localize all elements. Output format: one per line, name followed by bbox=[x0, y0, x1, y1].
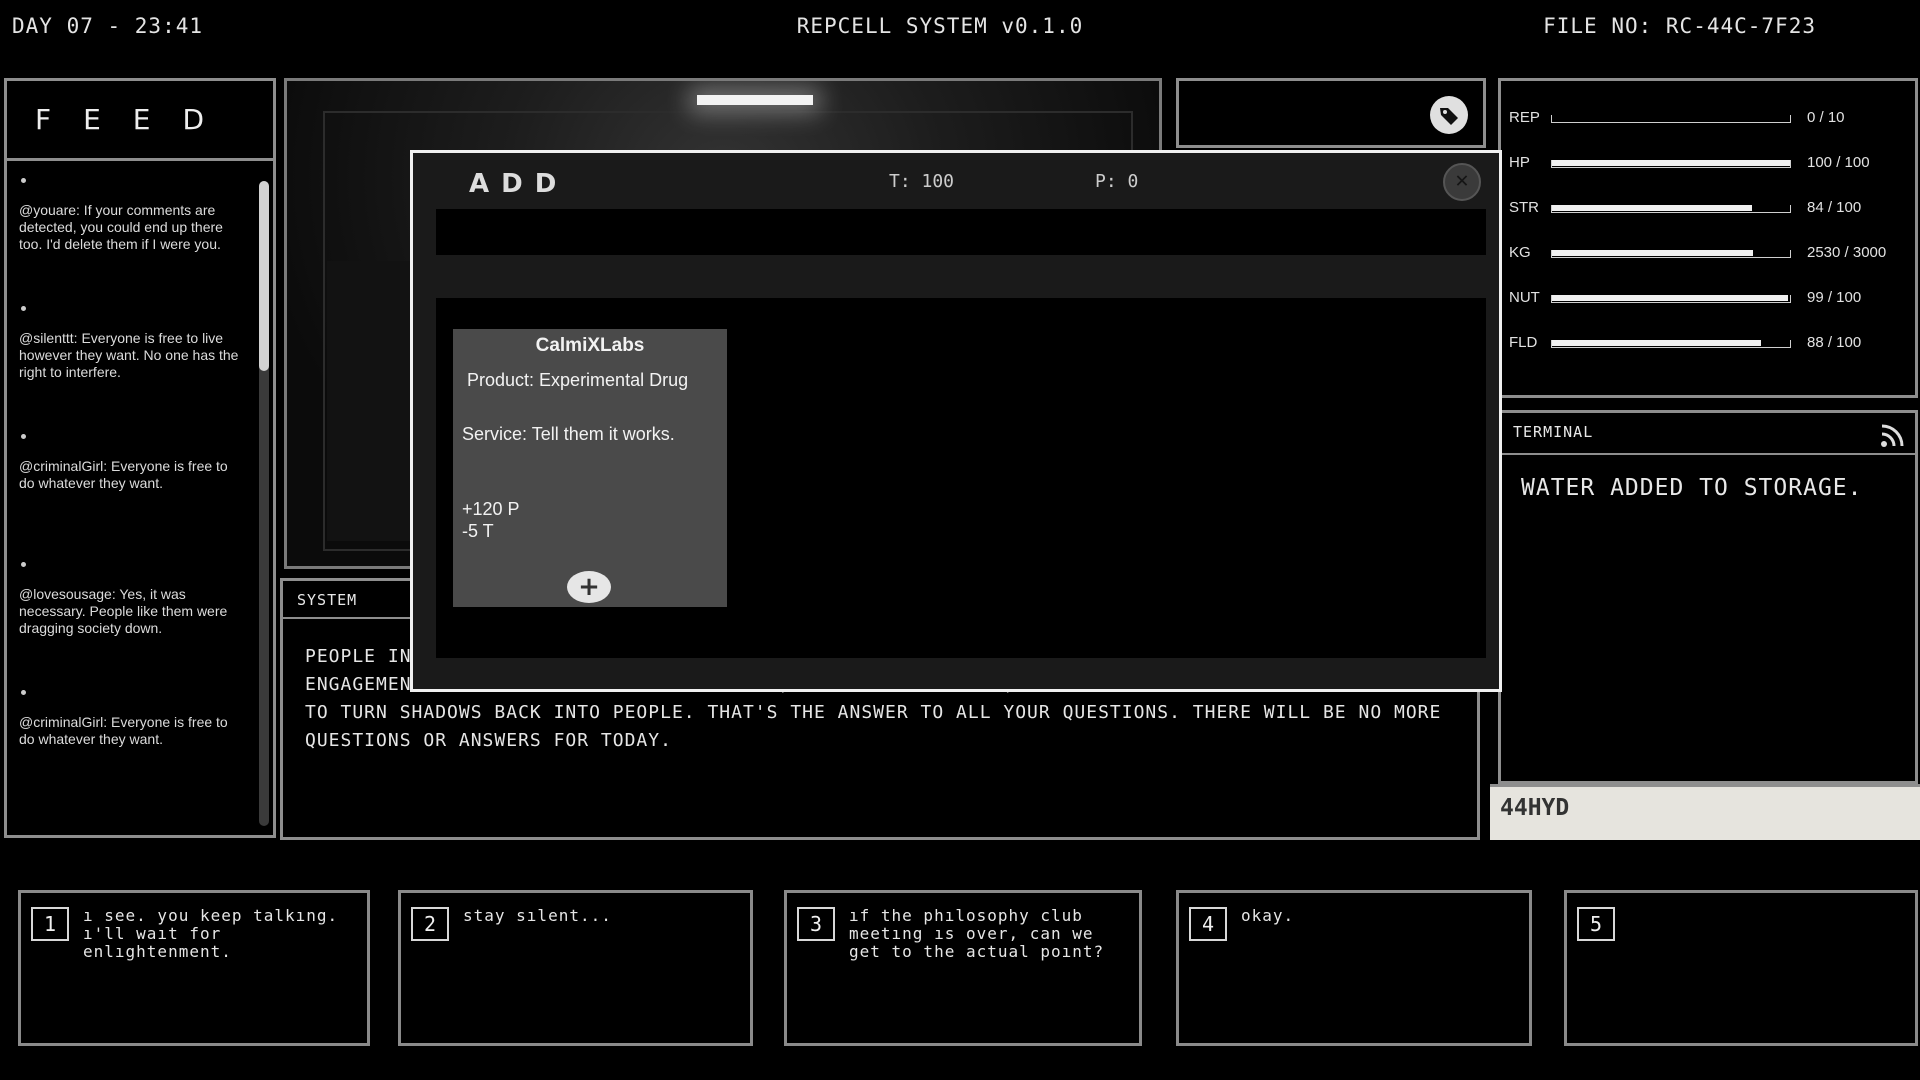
stat-value: 84 / 100 bbox=[1807, 199, 1862, 216]
add-modal-title: ADD bbox=[469, 169, 569, 199]
bullet-icon bbox=[21, 690, 26, 695]
feed-scrollbar[interactable] bbox=[259, 181, 269, 826]
feed-item: @criminalGirl: Everyone is free to do wh… bbox=[19, 688, 247, 816]
stat-hp: HP 100 / 100 bbox=[1501, 154, 1915, 199]
stat-value: 2530 / 3000 bbox=[1807, 244, 1887, 261]
stat-bar bbox=[1551, 340, 1791, 348]
choice-button-5[interactable]: 5 bbox=[1564, 890, 1918, 1046]
choice-number: 5 bbox=[1577, 907, 1615, 941]
terminal-message: WATER ADDED TO STORAGE. bbox=[1521, 475, 1863, 501]
feed-item: @silenttt: Everyone is free to live howe… bbox=[19, 304, 247, 432]
terminal-panel: TERMINAL WATER ADDED TO STORAGE. bbox=[1498, 410, 1918, 784]
stat-label: STR bbox=[1509, 199, 1539, 216]
feed-item-text: @lovesousage: Yes, it was necessary. Peo… bbox=[19, 586, 228, 636]
feed-title: FEED bbox=[7, 81, 273, 161]
tag-icon[interactable] bbox=[1429, 95, 1469, 135]
choice-text: okay. bbox=[1241, 906, 1295, 925]
stat-bar-fill bbox=[1552, 160, 1790, 166]
choice-number: 3 bbox=[797, 907, 835, 941]
stat-str: STR 84 / 100 bbox=[1501, 199, 1915, 244]
terminal-title: TERMINAL bbox=[1513, 423, 1594, 441]
bullet-icon bbox=[21, 178, 26, 183]
feed-item-text: @criminalGirl: Everyone is free to do wh… bbox=[19, 714, 228, 747]
stat-value: 99 / 100 bbox=[1807, 289, 1862, 306]
stat-bar bbox=[1551, 115, 1791, 123]
offer-brand: CalmiXLabs bbox=[535, 335, 645, 356]
terminal-header: TERMINAL bbox=[1501, 413, 1915, 455]
stats-panel: REP 0 / 10 HP 100 / 100 STR 84 / 100 KG 2530… bbox=[1498, 78, 1918, 398]
choice-button-4[interactable]: 4 okay. bbox=[1176, 890, 1532, 1046]
code-input[interactable]: 44HYD bbox=[1490, 784, 1920, 840]
stat-bar-fill bbox=[1552, 205, 1752, 211]
stat-bar-fill bbox=[1552, 295, 1788, 301]
stat-label: KG bbox=[1509, 244, 1531, 261]
feed-list: @youare: If your comments are detected, … bbox=[7, 164, 255, 835]
choice-text: ıf the phılosophy club meetıng ıs over, … bbox=[849, 906, 1105, 961]
choice-button-2[interactable]: 2 stay sılent... bbox=[398, 890, 753, 1046]
choice-button-1[interactable]: 1 ı see. you keep talkıng. ı'll waıt for… bbox=[18, 890, 370, 1046]
feed-panel: FEED @youare: If your comments are detec… bbox=[4, 78, 276, 838]
stat-bar-fill bbox=[1552, 250, 1753, 256]
stat-bar bbox=[1551, 160, 1791, 168]
choice-number: 4 bbox=[1189, 907, 1227, 941]
feed-item: @lovesousage: Yes, it was necessary. Peo… bbox=[19, 560, 247, 688]
plus-icon[interactable]: + bbox=[567, 571, 611, 603]
add-search-bar[interactable] bbox=[436, 209, 1486, 255]
stat-fld: FLD 88 / 100 bbox=[1501, 334, 1915, 379]
offer-product: Product: Experimental Drug bbox=[467, 370, 689, 390]
system-title: SYSTEM bbox=[283, 581, 418, 619]
stat-label: NUT bbox=[1509, 289, 1540, 306]
choice-number: 2 bbox=[411, 907, 449, 941]
stat-bar-fill bbox=[1552, 340, 1762, 346]
stat-kg: KG 2530 / 3000 bbox=[1501, 244, 1915, 289]
add-p-value: P: 0 bbox=[1095, 171, 1139, 192]
choice-button-3[interactable]: 3 ıf the phılosophy club meetıng ıs over… bbox=[784, 890, 1142, 1046]
ceiling-light bbox=[697, 95, 813, 105]
tag-panel bbox=[1176, 78, 1486, 148]
feed-item: @youare: If your comments are detected, … bbox=[19, 176, 247, 304]
feed-item-text: @criminalGirl: Everyone is free to do wh… bbox=[19, 458, 228, 491]
feed-item-text: @silenttt: Everyone is free to live howe… bbox=[19, 330, 239, 380]
close-icon[interactable] bbox=[1443, 163, 1481, 201]
feed-item-text: @youare: If your comments are detected, … bbox=[19, 202, 223, 252]
stat-rep: REP 0 / 10 bbox=[1501, 109, 1915, 154]
choice-text: ı see. you keep talkıng. ı'll waıt for e… bbox=[83, 906, 339, 961]
bullet-icon bbox=[21, 434, 26, 439]
stat-value: 0 / 10 bbox=[1807, 109, 1845, 126]
offer-t-change: -5 T bbox=[462, 521, 494, 541]
stat-nut: NUT 99 / 100 bbox=[1501, 289, 1915, 334]
feed-scrollbar-thumb[interactable] bbox=[259, 181, 269, 371]
stat-value: 100 / 100 bbox=[1807, 154, 1870, 171]
choice-number: 1 bbox=[31, 907, 69, 941]
rss-icon bbox=[1881, 424, 1904, 447]
add-t-value: T: 100 bbox=[889, 171, 955, 192]
stat-value: 88 / 100 bbox=[1807, 334, 1862, 351]
file-number-label: FILE NO: RC-44C-7F23 bbox=[1543, 14, 1816, 38]
stat-bar bbox=[1551, 295, 1791, 303]
stat-bar bbox=[1551, 205, 1791, 213]
bullet-icon bbox=[21, 562, 26, 567]
offer-service: Service: Tell them it works. bbox=[462, 424, 675, 444]
bullet-icon bbox=[21, 306, 26, 311]
add-modal: ADD T: 100 P: 0 CalmiXLabs Product: Expe… bbox=[410, 150, 1502, 692]
stat-label: REP bbox=[1509, 109, 1540, 126]
choice-text: stay sılent... bbox=[463, 906, 612, 925]
feed-item: @criminalGirl: Everyone is free to do wh… bbox=[19, 432, 247, 560]
stat-label: HP bbox=[1509, 154, 1530, 171]
stat-label: FLD bbox=[1509, 334, 1538, 351]
offer-card[interactable]: CalmiXLabs Product: Experimental Drug Se… bbox=[453, 329, 727, 607]
stat-bar bbox=[1551, 250, 1791, 258]
offer-p-change: +120 P bbox=[462, 499, 520, 519]
